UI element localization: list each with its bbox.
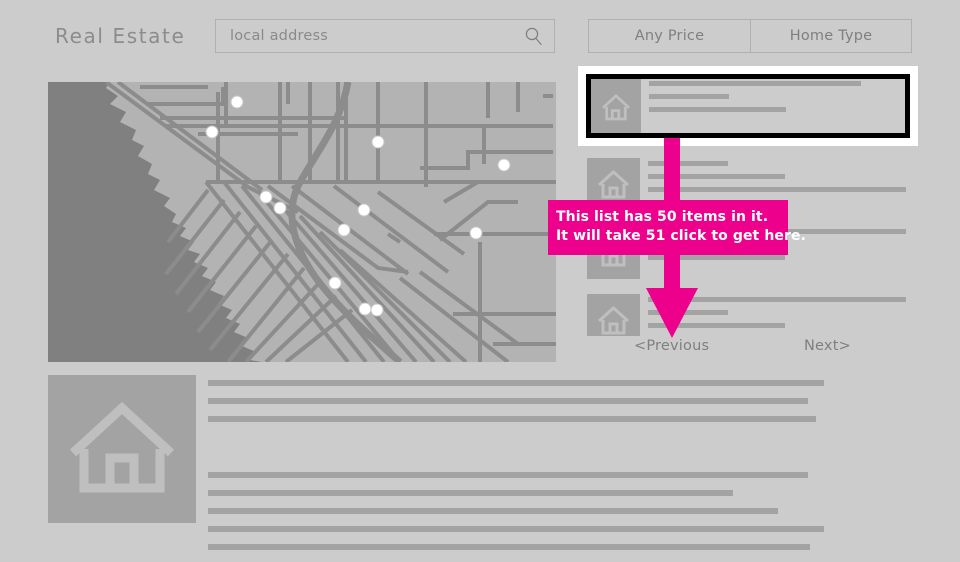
house-icon (587, 294, 640, 336)
filter-home-type[interactable]: Home Type (750, 20, 911, 52)
selected-list-item-highlight[interactable] (578, 66, 918, 146)
map-marker[interactable] (370, 303, 384, 317)
house-icon (591, 79, 641, 133)
map-marker[interactable] (337, 223, 351, 237)
map-marker[interactable] (357, 203, 371, 217)
map-marker[interactable] (259, 190, 273, 204)
map-canvas[interactable] (48, 82, 556, 362)
search-box[interactable] (215, 19, 555, 53)
map-marker[interactable] (205, 125, 219, 139)
pagination: <Previous Next> (578, 338, 918, 364)
annotation-callout: This list has 50 items in it. It will ta… (548, 200, 807, 255)
listing-text-lines (648, 297, 918, 336)
detail-text-lines (208, 380, 828, 562)
map-marker[interactable] (328, 276, 342, 290)
map-marker[interactable] (497, 158, 511, 172)
listing-text-lines (648, 161, 918, 200)
search-input[interactable] (230, 20, 516, 52)
annotation-line-1: This list has 50 items in it. (556, 209, 769, 225)
previous-page-button[interactable]: <Previous (634, 338, 709, 354)
filter-any-price[interactable]: Any Price (589, 20, 750, 52)
detail-house-icon (48, 375, 196, 523)
search-icon[interactable] (524, 26, 544, 46)
map-marker[interactable] (358, 302, 372, 316)
page-title: Real Estate (55, 24, 186, 48)
map-marker[interactable] (371, 135, 385, 149)
selected-list-item[interactable] (586, 74, 910, 138)
map-graphic (48, 82, 556, 362)
map-marker[interactable] (273, 201, 287, 215)
map-marker[interactable] (230, 95, 244, 109)
map-marker[interactable] (469, 226, 483, 240)
listing-text-lines (649, 81, 899, 120)
list-item[interactable] (578, 294, 918, 336)
filter-group: Any Price Home Type (588, 19, 912, 53)
next-page-button[interactable]: Next> (804, 338, 851, 354)
annotation-line-2: It will take 51 click to get here. (556, 228, 807, 244)
